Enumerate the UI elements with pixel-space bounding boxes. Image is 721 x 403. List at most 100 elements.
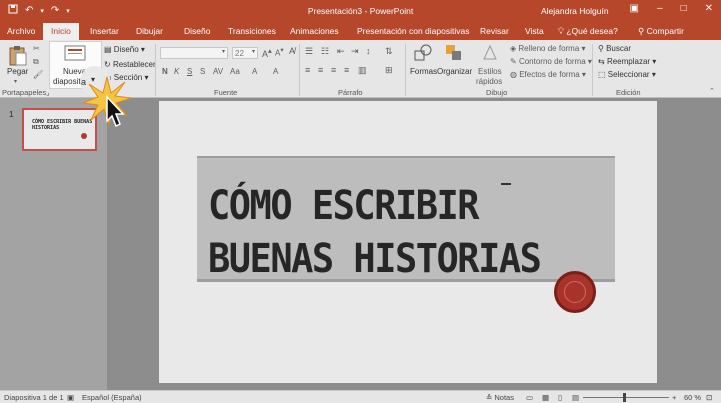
tab-transiciones[interactable]: Transiciones <box>228 26 276 36</box>
divider <box>405 44 406 96</box>
grow-font-icon[interactable]: A▴ <box>262 46 272 59</box>
paste-icon[interactable] <box>8 45 28 69</box>
tab-archivo[interactable]: Archivo <box>7 26 35 36</box>
close-icon[interactable]: ✕ <box>705 3 713 14</box>
group-label-drawing: Dibujo <box>486 88 508 97</box>
align-right-icon[interactable]: ≡ <box>331 65 336 75</box>
italic-button[interactable]: K <box>174 67 179 76</box>
font-size-dropdown-icon[interactable]: ▾ <box>252 48 255 55</box>
document-title: Presentación3 - PowerPoint <box>307 6 414 16</box>
paste-dropdown-icon[interactable]: ▾ <box>14 78 17 85</box>
divider <box>299 44 300 96</box>
text-direction-icon[interactable]: ⇅ <box>385 46 393 57</box>
quick-styles-label-2[interactable]: rápidos <box>476 77 502 86</box>
fit-to-window-icon[interactable]: ⊡ <box>706 393 712 402</box>
maximize-icon[interactable]: □ <box>681 3 687 14</box>
bullets-icon[interactable]: ☰ <box>305 46 313 57</box>
quick-styles-label-1[interactable]: Estilos <box>478 67 502 76</box>
normal-view-icon[interactable]: ▭ <box>526 393 533 402</box>
font-name-combo[interactable] <box>160 47 228 59</box>
smartart-icon[interactable]: ⊞ <box>385 65 393 76</box>
slideshow-icon[interactable]: ▤ <box>572 393 579 402</box>
font-color-button[interactable]: A <box>273 67 278 76</box>
replace-icon: ⇆ <box>598 57 607 66</box>
tab-animaciones[interactable]: Animaciones <box>290 26 339 36</box>
highlight-button[interactable]: A <box>252 67 257 76</box>
zoom-slider-thumb[interactable] <box>623 393 626 402</box>
tab-diseno[interactable]: Diseño <box>184 26 210 36</box>
user-name[interactable]: Alejandra Holguín <box>541 6 609 16</box>
shadow-button[interactable]: S <box>200 67 205 76</box>
select-button[interactable]: ⬚ Seleccionar ▾ <box>598 70 656 79</box>
tab-insertar[interactable]: Insertar <box>90 26 119 36</box>
underline-button[interactable]: S <box>187 67 192 76</box>
wax-seal <box>554 271 596 313</box>
group-label-editing: Edición <box>616 88 641 97</box>
collapse-ribbon-icon[interactable]: ⌃ <box>709 87 715 95</box>
arrange-label[interactable]: Organizar <box>437 67 472 76</box>
shrink-font-icon[interactable]: A▾ <box>275 46 284 58</box>
paste-label[interactable]: Pegar <box>7 67 28 76</box>
font-size-value: 22 <box>235 49 244 58</box>
decrease-indent-icon[interactable]: ⇤ <box>337 46 345 57</box>
slide-title[interactable]: CÓMO ESCRIBIR BUENAS HISTORIAS <box>208 179 542 285</box>
pencil-icon: ✎ <box>510 57 519 66</box>
notes-button[interactable]: ≙ Notas <box>486 393 514 402</box>
slide-sorter-icon[interactable]: ▦ <box>542 393 549 402</box>
title-bar: ↶ ▾ ↷ ▾ Presentación3 - PowerPoint Aleja… <box>0 0 721 22</box>
align-center-icon[interactable]: ≡ <box>318 65 323 75</box>
tell-me-box[interactable]: 💡︎ ¿Qué desea? <box>558 26 618 37</box>
shapes-icon[interactable] <box>414 44 432 64</box>
quick-styles-icon[interactable] <box>481 44 499 64</box>
zoom-in-icon[interactable]: + <box>672 393 676 402</box>
replace-button[interactable]: ⇆ Reemplazar ▾ <box>598 57 656 66</box>
tab-revisar[interactable]: Revisar <box>480 26 509 36</box>
restore-ribbon-icon[interactable]: ▣ <box>630 3 639 14</box>
columns-icon[interactable]: ▥ <box>358 65 367 76</box>
tab-presentacion[interactable]: Presentación con diapositivas <box>357 26 469 36</box>
ribbon-tabs: Archivo Inicio Insertar Dibujar Diseño T… <box>0 22 721 40</box>
numbering-icon[interactable]: ☷ <box>321 46 329 57</box>
tab-vista[interactable]: Vista <box>525 26 544 36</box>
thumbnail-number: 1 <box>9 110 14 119</box>
tab-dibujar[interactable]: Dibujar <box>136 26 163 36</box>
shapes-label[interactable]: Formas <box>410 67 437 76</box>
reset-button[interactable]: ↻ Restablecer <box>104 60 156 69</box>
share-button[interactable]: ⚲ Compartir <box>638 26 684 37</box>
language-status[interactable]: Español (España) <box>82 393 142 402</box>
zoom-slider[interactable] <box>583 397 669 398</box>
character-spacing-button[interactable]: AV <box>213 67 223 76</box>
layout-icon: ▤ <box>104 45 114 54</box>
slide-canvas[interactable]: CÓMO ESCRIBIR BUENAS HISTORIAS <box>159 101 657 383</box>
shape-outline-button[interactable]: ✎ Contorno de forma ▾ <box>510 57 592 66</box>
status-bar: Diapositiva 1 de 1 ▣ Español (España) ≙ … <box>0 390 721 403</box>
minimize-icon[interactable]: – <box>657 3 663 14</box>
align-left-icon[interactable]: ≡ <box>305 65 310 75</box>
increase-indent-icon[interactable]: ⇥ <box>351 46 359 57</box>
copy-icon[interactable]: ⧉ <box>33 57 39 67</box>
bold-button[interactable]: N <box>162 67 168 76</box>
clear-formatting-icon[interactable]: A̸ <box>289 46 295 56</box>
arrange-icon[interactable] <box>445 44 463 64</box>
person-icon: ⚲ <box>638 26 647 36</box>
search-icon: ⚲ <box>598 44 607 53</box>
group-label-paragraph: Párrafo <box>338 88 363 97</box>
font-name-dropdown-icon[interactable]: ▾ <box>222 48 225 55</box>
find-button[interactable]: ⚲ Buscar <box>598 44 631 53</box>
shape-effects-button[interactable]: ◍ Efectos de forma ▾ <box>510 70 586 79</box>
reading-view-icon[interactable]: ▯ <box>558 393 562 402</box>
divider <box>155 44 156 96</box>
line-spacing-icon[interactable]: ↕ <box>366 46 371 56</box>
justify-icon[interactable]: ≡ <box>344 65 349 75</box>
divider <box>592 44 593 96</box>
tab-inicio[interactable]: Inicio <box>43 23 79 40</box>
clipboard-launcher-icon[interactable]: ⌟ <box>46 88 50 97</box>
change-case-button[interactable]: Aa <box>230 67 240 76</box>
zoom-level[interactable]: 60 % <box>684 393 701 402</box>
shape-fill-button[interactable]: ◈ Relleno de forma ▾ <box>510 44 586 53</box>
spellcheck-icon[interactable]: ▣ <box>67 393 74 402</box>
cut-icon[interactable]: ✂ <box>33 44 40 53</box>
slide-editor: CÓMO ESCRIBIR BUENAS HISTORIAS <box>107 98 721 390</box>
layout-button[interactable]: ▤ Diseño ▾ <box>104 45 145 54</box>
format-painter-icon[interactable]: 🖌︎ <box>33 70 43 79</box>
